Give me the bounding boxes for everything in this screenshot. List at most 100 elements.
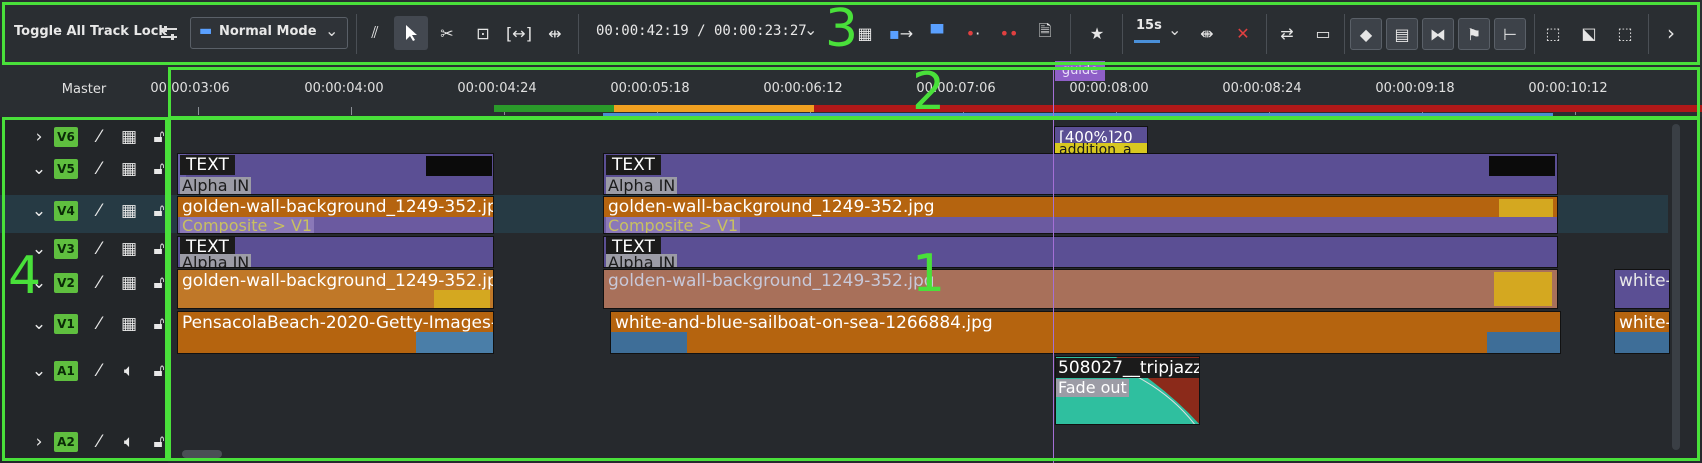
clip-text-v5-a[interactable]: TEXT Alpha IN bbox=[177, 153, 494, 195]
effect-wand-icon[interactable]: ⁄ bbox=[88, 360, 110, 382]
clip-text-v3-a[interactable]: TEXT Alpha IN bbox=[177, 236, 494, 268]
lift-icon[interactable]: ▀ bbox=[920, 16, 954, 50]
select-clip-icon[interactable]: ⬚ bbox=[1608, 16, 1642, 50]
clip-gold-v4-a[interactable]: golden-wall-background_1249-352.jpg Comp… bbox=[177, 196, 494, 234]
clip-beach-v1[interactable]: PensacolaBeach-2020-Getty-Images- bbox=[177, 311, 494, 354]
track-name[interactable]: V6 bbox=[54, 127, 78, 147]
clip-gold-v2-b[interactable]: golden-wall-background_1249-352.jpg bbox=[603, 269, 1558, 309]
lock-icon[interactable]: 🔓︎ bbox=[148, 126, 170, 148]
mixer-icon[interactable]: ⇄ bbox=[1270, 16, 1304, 50]
vertical-scrollbar[interactable] bbox=[1672, 124, 1680, 450]
film-icon[interactable]: ▦ bbox=[118, 158, 140, 180]
overwrite-icon[interactable]: ▪ → bbox=[884, 16, 918, 50]
film-icon[interactable]: ▤ bbox=[1386, 18, 1418, 50]
lock-icon[interactable]: 🔓︎ bbox=[148, 431, 170, 453]
zoom-out-icon[interactable]: ✕ bbox=[1226, 16, 1260, 50]
playhead[interactable] bbox=[1053, 67, 1054, 463]
render-icon[interactable]: 🗎 bbox=[1028, 16, 1062, 50]
subtitle-icon[interactable]: ▭ bbox=[1306, 16, 1340, 50]
chevron-down-icon[interactable]: ⌄ bbox=[28, 360, 50, 382]
track-name[interactable]: V1 bbox=[54, 314, 78, 334]
effect-wand-icon[interactable]: ⁄ bbox=[88, 272, 110, 294]
tag-icon[interactable]: ◆ bbox=[1350, 18, 1382, 50]
extract-icon[interactable]: • · bbox=[956, 16, 990, 50]
clip-audio-a1[interactable]: 508027__tripjazz Fade out bbox=[1055, 356, 1200, 425]
clip-white-v2[interactable]: white- bbox=[1614, 269, 1670, 309]
settings-sliders-icon[interactable] bbox=[152, 16, 186, 50]
ruler-label: 00:00:08:24 bbox=[1222, 81, 1302, 96]
film-icon[interactable]: ▦ bbox=[118, 238, 140, 260]
remove-space-icon[interactable]: •• bbox=[992, 16, 1026, 50]
guide-marker[interactable]: guide bbox=[1055, 61, 1105, 81]
ruler-tick bbox=[351, 107, 352, 115]
track-header-v1[interactable]: ⌄ V1 ⁄ ▦ 🔓︎ bbox=[0, 311, 168, 337]
ruler-label: 00:00:06:12 bbox=[763, 81, 843, 96]
clip-sailboat-v1[interactable]: white-and-blue-sailboat-on-sea-1266884.j… bbox=[610, 311, 1561, 354]
select-all-icon[interactable]: ⬚ bbox=[1536, 16, 1570, 50]
favorite-icon[interactable]: ★ bbox=[1080, 16, 1114, 50]
toggle-all-track-lock-button[interactable]: Toggle All Track Lock bbox=[14, 24, 167, 39]
chevron-right-icon[interactable]: › bbox=[1654, 16, 1688, 50]
effect-wand-icon[interactable]: ⁄ bbox=[88, 431, 110, 453]
ruler-label: 00:00:05:18 bbox=[610, 81, 690, 96]
film-icon[interactable]: ▦ bbox=[118, 313, 140, 335]
track-name[interactable]: A1 bbox=[54, 361, 78, 381]
lock-icon[interactable]: 🔓︎ bbox=[148, 238, 170, 260]
chevron-down-icon[interactable]: ⌄ bbox=[1168, 20, 1181, 39]
lock-icon[interactable]: 🔓︎ bbox=[148, 272, 170, 294]
track-header-v4[interactable]: ⌄ V4 ⁄ ▦ 🔓︎ bbox=[0, 198, 168, 224]
effect-wand-icon[interactable]: ⁄ bbox=[88, 158, 110, 180]
split-icon[interactable]: ⊢ bbox=[1494, 18, 1526, 50]
zoom-value[interactable]: 15s bbox=[1136, 18, 1162, 33]
track-header-a2[interactable]: › A2 ⁄ 🔈︎ 🔓︎ bbox=[0, 429, 168, 455]
clip-text-v5-b[interactable]: TEXT Alpha IN bbox=[603, 153, 1558, 195]
clip-v6[interactable]: [400%]20 addition_a bbox=[1054, 126, 1148, 154]
razor-icon[interactable]: ✂ bbox=[430, 16, 464, 50]
spacer-icon[interactable]: ⊡ bbox=[466, 16, 500, 50]
track-name[interactable]: A2 bbox=[54, 432, 78, 452]
effect-wand-icon[interactable]: ⁄ bbox=[88, 238, 110, 260]
flag-icon[interactable]: ⚑ bbox=[1458, 18, 1490, 50]
clip-effect-label: Alpha IN bbox=[180, 254, 252, 267]
track-header-v5[interactable]: ⌄ V5 ⁄ ▦ 🔓︎ bbox=[0, 156, 168, 182]
clip-gold-v4-b[interactable]: golden-wall-background_1249-352.jpg Comp… bbox=[603, 196, 1558, 234]
select-icon[interactable] bbox=[394, 16, 428, 50]
clip-white-v1[interactable]: white- bbox=[1614, 311, 1670, 354]
clip-label: PensacolaBeach-2020-Getty-Images- bbox=[182, 313, 494, 333]
audio-icon[interactable]: ⧓ bbox=[1422, 18, 1454, 50]
snap-icon[interactable]: ⫽ bbox=[358, 16, 392, 50]
film-icon[interactable]: ▦ bbox=[118, 272, 140, 294]
zoom-fit-icon[interactable]: ⇼ bbox=[1190, 16, 1224, 50]
horizontal-scrollbar[interactable] bbox=[182, 450, 222, 458]
film-icon[interactable]: ▦ bbox=[118, 126, 140, 148]
chevron-right-icon[interactable]: › bbox=[28, 126, 50, 148]
clip-text-v3-b[interactable]: TEXT Alpha IN bbox=[603, 236, 1558, 268]
chevron-right-icon[interactable]: › bbox=[28, 431, 50, 453]
track-header-v6[interactable]: › V6 ⁄ ▦ 🔓︎ bbox=[0, 124, 168, 150]
track-name[interactable]: V2 bbox=[54, 273, 78, 293]
lock-icon[interactable]: 🔓︎ bbox=[148, 313, 170, 335]
speaker-icon[interactable]: 🔈︎ bbox=[118, 360, 140, 382]
lock-icon[interactable]: 🔓︎ bbox=[148, 360, 170, 382]
speaker-icon[interactable]: 🔈︎ bbox=[118, 431, 140, 453]
track-header-a1[interactable]: ⌄ A1 ⁄ 🔈︎ 🔓︎ bbox=[0, 358, 168, 384]
chevron-down-icon[interactable]: ⌄ bbox=[28, 158, 50, 180]
lock-icon[interactable]: 🔓︎ bbox=[148, 158, 170, 180]
effect-wand-icon[interactable]: ⁄ bbox=[88, 200, 110, 222]
chevron-down-icon[interactable]: ⌄ bbox=[28, 313, 50, 335]
track-name[interactable]: V3 bbox=[54, 239, 78, 259]
track-name[interactable]: V5 bbox=[54, 159, 78, 179]
mode-select[interactable]: ▬ Normal Mode ⌄ bbox=[190, 17, 348, 49]
chevron-down-icon[interactable]: ⌄ bbox=[804, 20, 817, 39]
lock-icon[interactable]: 🔓︎ bbox=[148, 200, 170, 222]
effect-wand-icon[interactable]: ⁄ bbox=[88, 313, 110, 335]
chevron-down-icon[interactable]: ⌄ bbox=[28, 200, 50, 222]
clip-gold-v2-a[interactable]: golden-wall-background_1249-352.jpg bbox=[177, 269, 494, 309]
select-region-icon[interactable]: ⬕ bbox=[1572, 16, 1606, 50]
track-name[interactable]: V4 bbox=[54, 201, 78, 221]
ripple-icon[interactable]: [↔] bbox=[502, 16, 536, 50]
timecode-display[interactable]: 00:00:42:19 / 00:00:23:27 bbox=[596, 23, 807, 39]
film-icon[interactable]: ▦ bbox=[118, 200, 140, 222]
effect-wand-icon[interactable]: ⁄ bbox=[88, 126, 110, 148]
slip-icon[interactable]: ⇹ bbox=[538, 16, 572, 50]
